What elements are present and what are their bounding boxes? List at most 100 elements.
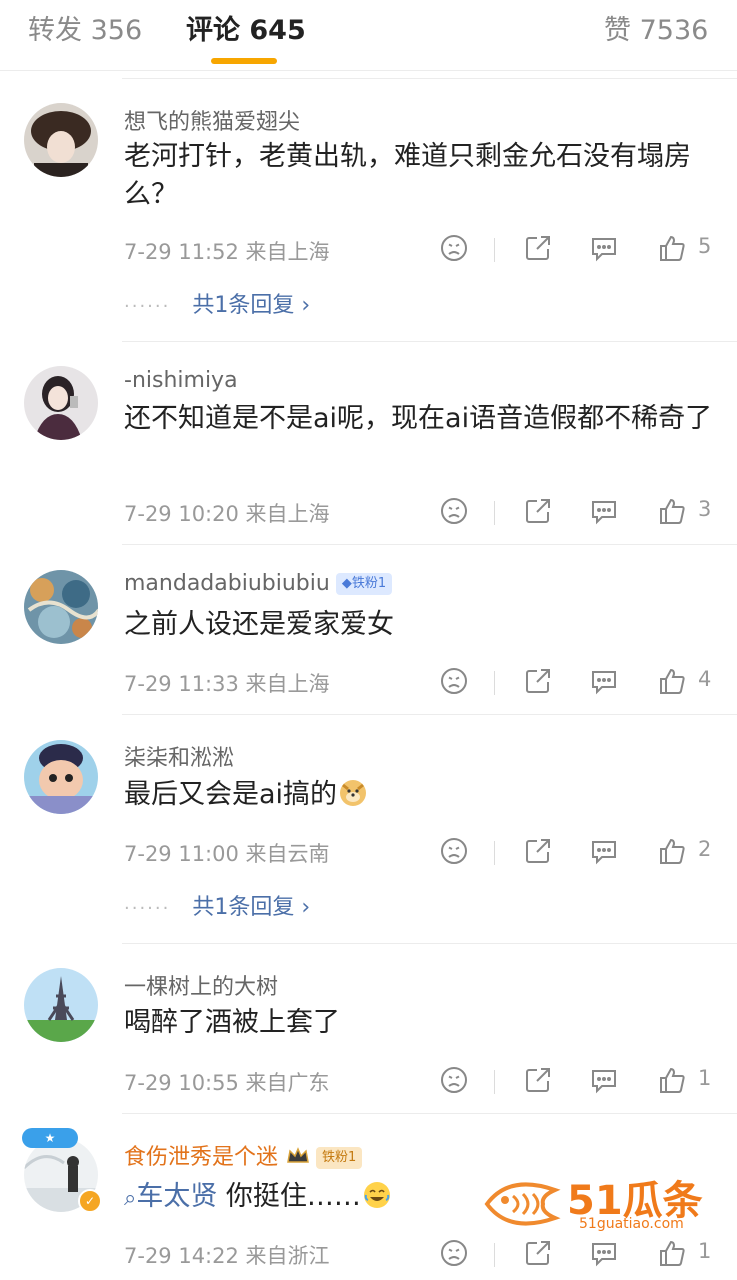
comment-actions: 1 xyxy=(436,1237,726,1271)
comment-text: 还不知道是不是ai呢，现在ai语音造假都不稀奇了 xyxy=(124,403,713,434)
comment-actions: 5 xyxy=(436,232,726,266)
avatar[interactable] xyxy=(24,968,98,1042)
like-count: 3 xyxy=(698,497,712,521)
divider xyxy=(122,943,737,944)
username[interactable]: mandadabiubiubiu xyxy=(124,571,330,596)
tab-repost[interactable]: 转发 356 xyxy=(28,8,142,47)
share-icon[interactable] xyxy=(522,1064,554,1098)
view-replies-link[interactable]: ······ 共1条回复 › xyxy=(124,287,310,319)
dislike-icon[interactable] xyxy=(438,495,470,529)
dislike-icon[interactable] xyxy=(438,835,470,869)
like-icon[interactable] xyxy=(656,665,688,699)
divider xyxy=(494,671,495,695)
dislike-icon[interactable] xyxy=(438,1237,470,1271)
divider xyxy=(494,501,495,525)
comment-location: 来自上海 xyxy=(245,240,330,264)
divider xyxy=(122,1113,737,1114)
comment-meta: 7-29 10:55 来自广东 xyxy=(124,1067,330,1097)
tab-comments[interactable]: 评论 645 xyxy=(186,8,306,47)
comment-meta: 7-29 10:20 来自上海 xyxy=(124,498,330,528)
crown-icon xyxy=(286,1146,310,1166)
avatar[interactable] xyxy=(24,570,98,644)
share-icon[interactable] xyxy=(522,495,554,529)
username[interactable]: 一棵树上的大树 xyxy=(124,969,278,1001)
like-count: 1 xyxy=(698,1239,712,1263)
replies-label: 共1条回复 xyxy=(192,895,295,920)
comment-meta: 7-29 11:33 来自上海 xyxy=(124,668,330,698)
tab-likes[interactable]: 赞 7536 xyxy=(604,8,708,47)
username[interactable]: 想飞的熊猫爱翅尖 xyxy=(124,104,300,136)
comment-actions: 4 xyxy=(436,665,726,699)
username[interactable]: 柒柒和淞淞 xyxy=(124,740,234,772)
doge-emoji-icon xyxy=(339,779,367,807)
reply-icon[interactable] xyxy=(588,495,620,529)
comment-location: 来自上海 xyxy=(245,672,330,696)
avatar[interactable] xyxy=(24,740,98,814)
comment-location: 来自上海 xyxy=(245,502,330,526)
comment-time: 7-29 11:00 xyxy=(124,842,239,866)
official-tag-icon: ★ xyxy=(22,1128,78,1148)
reply-icon[interactable] xyxy=(588,665,620,699)
comment-actions: 2 xyxy=(436,835,726,869)
comment-time: 7-29 10:20 xyxy=(124,502,239,526)
comment-time: 7-29 10:55 xyxy=(124,1071,239,1095)
reply-icon[interactable] xyxy=(588,232,620,266)
reply-icon[interactable] xyxy=(588,835,620,869)
search-icon: ⌕ xyxy=(124,1186,137,1211)
comment-text: 之前人设还是爱家爱女 xyxy=(124,609,394,640)
username[interactable]: -nishimiya xyxy=(124,368,238,393)
comment-location: 来自广东 xyxy=(245,1071,330,1095)
avatar[interactable] xyxy=(24,366,98,440)
like-icon[interactable] xyxy=(656,1064,688,1098)
share-icon[interactable] xyxy=(522,232,554,266)
reply-icon[interactable] xyxy=(588,1237,620,1271)
comment-actions: 1 xyxy=(436,1064,726,1098)
comment-location: 来自浙江 xyxy=(245,1244,330,1268)
like-icon[interactable] xyxy=(656,1237,688,1271)
share-icon[interactable] xyxy=(522,665,554,699)
comment-text-body: 最后又会是ai搞的 xyxy=(124,779,338,810)
mention-link[interactable]: ⌕车太贤 xyxy=(124,1181,217,1212)
dots-icon: ······ xyxy=(124,898,171,919)
dots-icon: ······ xyxy=(124,296,171,317)
username[interactable]: 食伤泄秀是个迷 xyxy=(124,1145,278,1170)
divider xyxy=(122,341,737,342)
diamond-icon: ◆ xyxy=(341,576,352,591)
like-count: 5 xyxy=(698,234,712,258)
mention-label: 车太贤 xyxy=(136,1181,218,1212)
comment-time: 7-29 11:52 xyxy=(124,240,239,264)
chevron-right-icon: › xyxy=(301,293,311,318)
dislike-icon[interactable] xyxy=(438,232,470,266)
comment-meta: 7-29 11:00 来自云南 xyxy=(124,838,330,868)
divider xyxy=(494,238,495,262)
like-icon[interactable] xyxy=(656,495,688,529)
share-icon[interactable] xyxy=(522,835,554,869)
fan-badge-label: 铁粉1 xyxy=(316,1147,363,1169)
dislike-icon[interactable] xyxy=(438,665,470,699)
comment-text-body: 你挺住…… xyxy=(225,1181,361,1212)
laughing-emoji-icon xyxy=(363,1181,391,1209)
watermark-url: 51guatiao.com xyxy=(579,1216,684,1232)
comment-tabs: 转发 356 评论 645 赞 7536 xyxy=(0,0,737,71)
comment-text: 喝醉了酒被上套了 xyxy=(124,1007,340,1038)
comment-meta: 7-29 14:22 来自浙江 xyxy=(124,1240,330,1270)
divider xyxy=(494,1070,495,1094)
divider xyxy=(122,78,737,79)
like-icon[interactable] xyxy=(656,835,688,869)
dislike-icon[interactable] xyxy=(438,1064,470,1098)
avatar[interactable] xyxy=(24,103,98,177)
like-count: 2 xyxy=(698,837,712,861)
comment-time: 7-29 14:22 xyxy=(124,1244,239,1268)
fan-badge: ◆铁粉1 xyxy=(335,573,393,595)
watermark-logo: 51瓜条 51guatiao.com xyxy=(483,1166,723,1236)
comment-actions: 3 xyxy=(436,495,726,529)
comment-location: 来自云南 xyxy=(245,842,330,866)
share-icon[interactable] xyxy=(522,1237,554,1271)
fan-badge-label: 铁粉1 xyxy=(351,576,387,591)
verified-icon: ✓ xyxy=(78,1189,102,1213)
like-count: 1 xyxy=(698,1066,712,1090)
view-replies-link[interactable]: ······ 共1条回复 › xyxy=(124,889,310,921)
like-icon[interactable] xyxy=(656,232,688,266)
reply-icon[interactable] xyxy=(588,1064,620,1098)
replies-label: 共1条回复 xyxy=(192,293,295,318)
